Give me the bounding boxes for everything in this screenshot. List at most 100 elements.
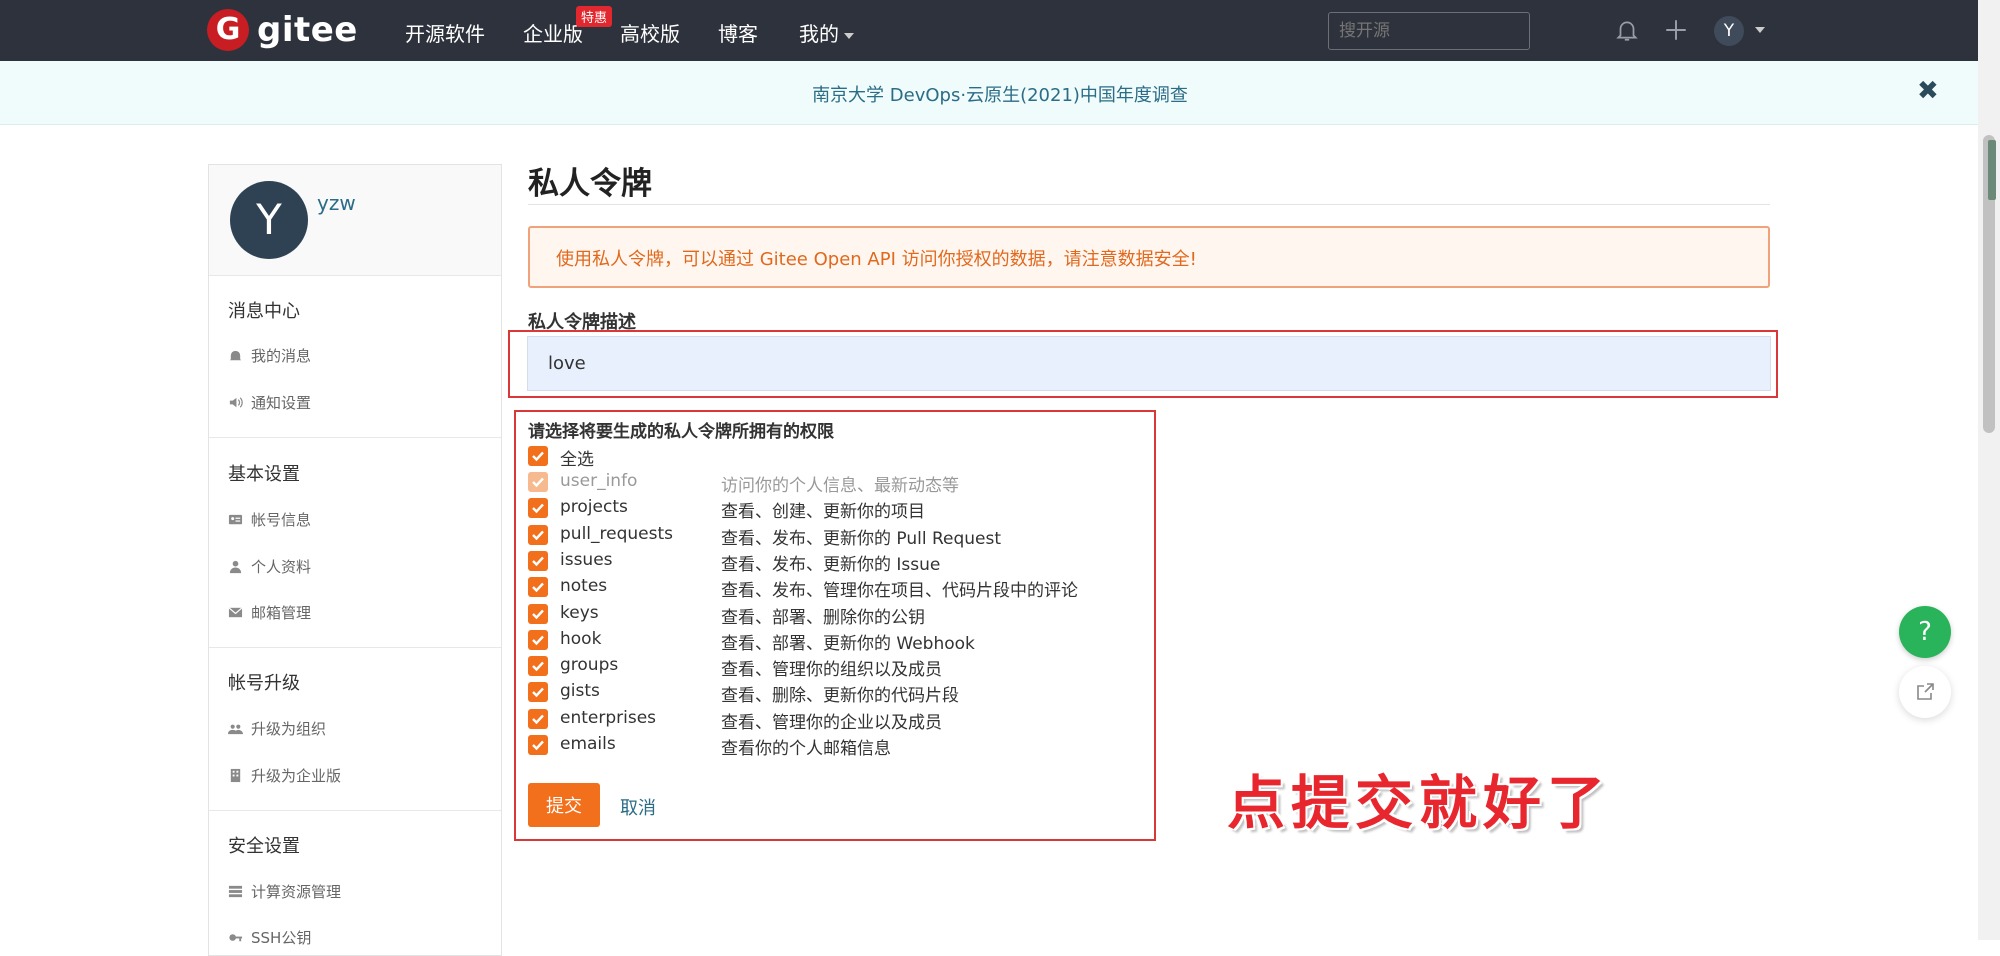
permission-checkbox[interactable]	[528, 498, 548, 519]
token-description-input[interactable]	[527, 336, 1771, 391]
check-icon	[532, 503, 544, 514]
sidebar-item-compute-resources[interactable]: 计算资源管理	[228, 881, 341, 902]
permission-name: groups	[560, 655, 619, 676]
user-avatar[interactable]: Y	[1714, 16, 1744, 46]
share-button[interactable]	[1899, 666, 1951, 718]
nav-open-source[interactable]: 开源软件	[405, 18, 485, 47]
cancel-link[interactable]: 取消	[620, 794, 656, 820]
avatar[interactable]: Y	[230, 181, 308, 259]
sidebar-item-label: 帐号信息	[251, 511, 312, 529]
permission-checkbox[interactable]	[528, 629, 548, 650]
external-link-icon	[1917, 683, 1934, 700]
select-all-label: 全选	[560, 450, 594, 470]
check-icon	[532, 582, 544, 593]
permission-checkbox[interactable]	[528, 550, 548, 571]
permission-description: 查看、发布、更新你的 Pull Request	[721, 528, 1002, 549]
chevron-down-icon	[844, 32, 854, 39]
annotation-caption: 点提交就好了	[1227, 769, 1612, 837]
check-icon	[532, 556, 544, 567]
permission-row-pull-requests[interactable]: pull_requests 查看、发布、更新你的 Pull Request	[528, 523, 1001, 549]
divider	[209, 647, 501, 648]
sidebar-item-upgrade-org[interactable]: 升级为组织	[228, 718, 326, 739]
banner-link[interactable]: 南京大学 DevOps·云原生(2021)中国年度调查	[0, 81, 2000, 107]
permission-description: 查看你的个人邮箱信息	[721, 739, 891, 759]
sidebar-item-ssh-keys[interactable]: SSH公钥	[228, 927, 311, 948]
permission-name: keys	[560, 602, 599, 623]
permission-description: 访问你的个人信息、最新动态等	[721, 476, 959, 496]
divider	[528, 204, 1770, 205]
bell-icon[interactable]	[1614, 16, 1640, 44]
volume-icon	[229, 397, 243, 408]
permission-row-issues[interactable]: issues 查看、发布、更新你的 Issue	[528, 549, 940, 575]
permission-row-groups[interactable]: groups 查看、管理你的组织以及成员	[528, 654, 942, 680]
submit-button[interactable]: 提交	[528, 783, 600, 827]
permission-name: enterprises	[560, 707, 657, 728]
permission-name: projects	[560, 497, 628, 518]
permission-description: 查看、部署、更新你的 Webhook	[721, 633, 975, 654]
permission-checkbox[interactable]	[528, 735, 548, 755]
hot-badge: 特惠	[576, 6, 613, 27]
permission-row-user-info: user_info 访问你的个人信息、最新动态等	[528, 470, 959, 496]
permission-name: issues	[560, 549, 613, 570]
sidebar-item-label: 通知设置	[251, 394, 312, 412]
sidebar-item-profile[interactable]: 个人资料	[228, 556, 311, 577]
close-icon[interactable]: ✖	[1917, 76, 1939, 106]
nav-blog[interactable]: 博客	[718, 18, 758, 47]
check-icon	[532, 688, 544, 698]
permission-name: notes	[560, 576, 608, 597]
check-icon	[532, 740, 544, 751]
permission-row-enterprises[interactable]: enterprises 查看、管理你的企业以及成员	[528, 707, 942, 733]
permission-checkbox[interactable]	[528, 682, 548, 703]
sidebar-item-my-messages[interactable]: 我的消息	[228, 345, 311, 366]
page-title: 私人令牌	[528, 166, 652, 202]
select-all-row[interactable]: 全选	[528, 444, 594, 470]
sidebar-item-email[interactable]: 升级为组织 邮箱管理	[228, 602, 311, 623]
permission-checkbox[interactable]	[528, 603, 548, 624]
sidebar-item-label: 个人资料	[251, 558, 312, 576]
section-title-messages: 消息中心	[228, 301, 300, 322]
gitee-logo[interactable]: G gitee	[207, 9, 358, 51]
top-navbar: G gitee 开源软件 企业版 特惠 高校版 博客 我的 Y	[0, 0, 1978, 61]
permission-row-gists[interactable]: gists 查看、删除、更新你的代码片段	[528, 680, 959, 706]
nav-enterprise[interactable]: 企业版	[523, 18, 583, 47]
section-title-security: 安全设置	[228, 836, 300, 857]
settings-sidebar: Y yzw 消息中心 我的消息 通知设置 基本设置 帐号信息 个人资料 升级为组…	[208, 164, 502, 956]
permission-description: 查看、发布、更新你的 Issue	[721, 554, 941, 575]
server-icon	[228, 885, 243, 898]
permission-checkbox	[528, 472, 548, 492]
sidebar-item-label: 我的消息	[251, 347, 312, 365]
section-title-basic-settings: 基本设置	[228, 464, 300, 485]
avatar-chevron-down-icon[interactable]	[1755, 27, 1765, 33]
sidebar-item-notification-settings[interactable]: 通知设置	[228, 392, 311, 413]
permission-checkbox[interactable]	[528, 656, 548, 677]
sidebar-item-account-info[interactable]: 帐号信息	[228, 509, 311, 530]
bell-icon	[229, 350, 242, 362]
check-icon	[532, 477, 544, 488]
sidebar-item-upgrade-enterprise[interactable]: 升级为企业版	[228, 765, 341, 786]
help-button[interactable]: ?	[1899, 606, 1951, 658]
permission-description: 查看、发布、管理你在项目、代码片段中的评论	[721, 581, 1078, 602]
sidebar-item-label: 升级为企业版	[251, 767, 342, 785]
plus-icon[interactable]	[1663, 17, 1689, 43]
nav-education[interactable]: 高校版	[620, 18, 680, 47]
permission-row-projects[interactable]: projects 查看、创建、更新你的项目	[528, 496, 925, 522]
permission-row-notes[interactable]: notes 查看、发布、管理你在项目、代码片段中的评论	[528, 575, 1078, 601]
search-input[interactable]	[1328, 12, 1530, 50]
nav-mine[interactable]: 我的	[799, 18, 854, 47]
permission-checkbox[interactable]	[528, 577, 548, 598]
select-all-checkbox[interactable]	[528, 446, 548, 466]
permission-name: user_info	[560, 471, 638, 491]
permission-description: 查看、部署、删除你的公钥	[721, 607, 925, 628]
divider	[209, 437, 501, 438]
group-icon	[228, 724, 243, 735]
username-link[interactable]: yzw	[317, 191, 356, 215]
permissions-title: 请选择将要生成的私人令牌所拥有的权限	[528, 422, 834, 442]
security-alert: 使用私人令牌，可以通过 Gitee Open API 访问你授权的数据，请注意数…	[528, 226, 1770, 288]
permission-checkbox[interactable]	[528, 708, 548, 729]
permission-row-keys[interactable]: keys 查看、部署、删除你的公钥	[528, 602, 925, 628]
profile-card: Y yzw	[209, 165, 501, 276]
alert-text: 使用私人令牌，可以通过 Gitee Open API 访问你授权的数据，请注意数…	[556, 249, 1197, 270]
permission-checkbox[interactable]	[528, 524, 548, 545]
permission-row-hook[interactable]: hook 查看、部署、更新你的 Webhook	[528, 628, 975, 654]
permission-row-emails[interactable]: emails 查看你的个人邮箱信息	[528, 733, 891, 759]
